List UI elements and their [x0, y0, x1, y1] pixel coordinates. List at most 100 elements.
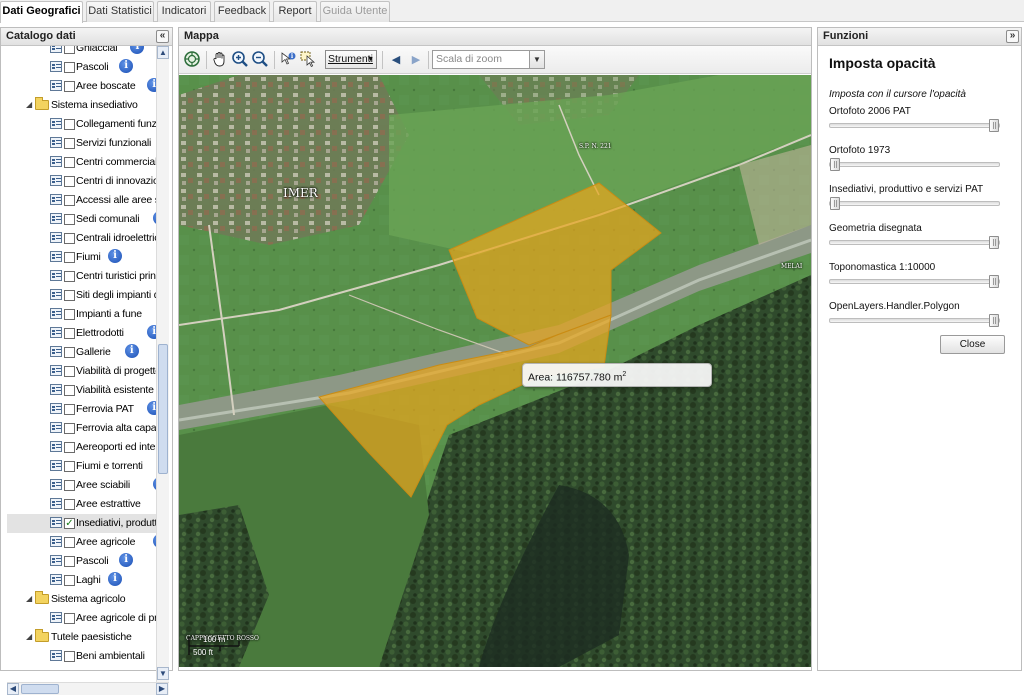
layer-row[interactable]: Fiumi i	[7, 248, 156, 267]
layer-checkbox[interactable]	[64, 651, 75, 662]
layer-row[interactable]: Elettrodotti i	[7, 324, 156, 343]
layer-checkbox[interactable]	[64, 214, 75, 225]
zoom-scale-select[interactable]: Scala di zoom ▼	[432, 50, 545, 69]
layer-checkbox[interactable]	[64, 62, 75, 73]
legend-icon[interactable]	[50, 517, 62, 528]
info-icon[interactable]: i	[119, 553, 134, 567]
legend-icon[interactable]	[50, 536, 62, 547]
opacity-slider[interactable]	[829, 119, 1000, 132]
slider-thumb[interactable]	[989, 119, 999, 132]
double-chevron-right-icon[interactable]: »	[1006, 30, 1019, 43]
layer-row[interactable]: Viabilità di progetto	[7, 362, 156, 381]
layer-row[interactable]: Beni ambientalii	[7, 647, 156, 666]
layer-checkbox[interactable]	[64, 290, 75, 301]
map-canvas[interactable]: IMER S.P. N. 221 MELAI CAPPUCCETTO ROSSO…	[179, 75, 811, 667]
info-icon[interactable]: i	[119, 59, 134, 73]
chevron-down-icon[interactable]: ▼	[529, 51, 544, 68]
slider-thumb[interactable]	[989, 275, 999, 288]
layer-checkbox[interactable]	[64, 575, 75, 586]
layer-checkbox[interactable]	[64, 138, 75, 149]
layer-row[interactable]: ✓ Insediativi, produttiv	[7, 514, 156, 533]
legend-icon[interactable]	[50, 555, 62, 566]
info-icon[interactable]: i	[147, 325, 156, 339]
legend-icon[interactable]	[50, 61, 62, 72]
tab-report[interactable]: Report	[273, 1, 317, 22]
legend-icon[interactable]	[50, 650, 62, 661]
layer-row[interactable]: Centri commerciali	[7, 153, 156, 172]
legend-icon[interactable]	[50, 46, 62, 53]
legend-icon[interactable]	[50, 175, 62, 186]
layer-row[interactable]: Aree sciabilii	[7, 476, 156, 495]
layer-row[interactable]: Viabilità esistente c	[7, 381, 156, 400]
layer-checkbox[interactable]	[64, 423, 75, 434]
legend-icon[interactable]	[50, 289, 62, 300]
close-button[interactable]: Close	[940, 335, 1005, 354]
legend-icon[interactable]	[50, 308, 62, 319]
layer-row[interactable]: Fiumi e torrentii	[7, 457, 156, 476]
layer-row[interactable]: Aree agricolei	[7, 533, 156, 552]
layer-checkbox[interactable]	[64, 176, 75, 187]
legend-icon[interactable]	[50, 194, 62, 205]
legend-icon[interactable]	[50, 498, 62, 509]
slider-thumb[interactable]	[830, 197, 840, 210]
opacity-slider[interactable]	[829, 275, 1000, 288]
scroll-down-icon[interactable]: ▼	[157, 667, 169, 680]
legend-icon[interactable]	[50, 422, 62, 433]
layer-row[interactable]: Pascoli i	[7, 58, 156, 77]
layer-row[interactable]: Aereoporti ed interp	[7, 438, 156, 457]
opacity-slider[interactable]	[829, 197, 1000, 210]
opacity-slider[interactable]	[829, 158, 1000, 171]
layer-checkbox[interactable]	[64, 119, 75, 130]
info-icon[interactable]: i	[108, 572, 122, 586]
legend-icon[interactable]	[50, 574, 62, 585]
select-features-icon[interactable]	[298, 50, 318, 70]
layer-row[interactable]: Ferrovia PAT i	[7, 400, 156, 419]
layer-row[interactable]: Aree boscate i	[7, 77, 156, 96]
layer-checkbox[interactable]	[64, 81, 75, 92]
legend-icon[interactable]	[50, 213, 62, 224]
slider-thumb[interactable]	[830, 158, 840, 171]
opacity-slider[interactable]	[829, 314, 1000, 327]
legend-icon[interactable]	[50, 80, 62, 91]
expand-arrow-icon[interactable]: ◢	[26, 594, 32, 603]
layer-checkbox[interactable]	[64, 347, 75, 358]
layer-row[interactable]: Ferrovia alta capac	[7, 419, 156, 438]
legend-icon[interactable]	[50, 232, 62, 243]
zoom-extent-icon[interactable]	[182, 50, 202, 70]
layer-row[interactable]: Centri turistici princ	[7, 267, 156, 286]
zoom-out-icon[interactable]	[250, 50, 270, 70]
tree-folder[interactable]: ◢ Sistema agricolo	[7, 590, 156, 609]
layer-checkbox[interactable]	[64, 309, 75, 320]
legend-icon[interactable]	[50, 403, 62, 414]
info-icon[interactable]: i	[147, 78, 156, 92]
layer-checkbox[interactable]	[64, 385, 75, 396]
legend-icon[interactable]	[50, 156, 62, 167]
layer-row[interactable]: Centrali idroelettrich	[7, 229, 156, 248]
layer-checkbox[interactable]	[64, 480, 75, 491]
info-icon[interactable]: i	[147, 401, 156, 415]
layer-row[interactable]: Gallerie i	[7, 343, 156, 362]
slider-thumb[interactable]	[989, 314, 999, 327]
legend-icon[interactable]	[50, 346, 62, 357]
scroll-thumb[interactable]	[158, 344, 168, 474]
tab-dati-statistici[interactable]: Dati Statistici	[86, 1, 154, 22]
legend-icon[interactable]	[50, 365, 62, 376]
legend-icon[interactable]	[50, 270, 62, 281]
layer-checkbox[interactable]	[64, 271, 75, 282]
layer-checkbox[interactable]	[64, 233, 75, 244]
layer-row[interactable]: Impianti a funei	[7, 305, 156, 324]
legend-icon[interactable]	[50, 251, 62, 262]
legend-icon[interactable]	[50, 441, 62, 452]
info-icon[interactable]: i	[130, 46, 145, 54]
layer-row[interactable]: Aree agricole di pre	[7, 609, 156, 628]
info-icon[interactable]: i	[108, 249, 122, 263]
layer-row[interactable]: Accessi alle aree s	[7, 191, 156, 210]
layer-row[interactable]: Aree estrattivei	[7, 495, 156, 514]
forward-arrow-icon[interactable]: ▶	[406, 50, 426, 70]
layer-checkbox[interactable]	[64, 252, 75, 263]
legend-icon[interactable]	[50, 137, 62, 148]
layer-row[interactable]: Pascoli i	[7, 552, 156, 571]
slider-thumb[interactable]	[989, 236, 999, 249]
layer-checkbox[interactable]	[64, 499, 75, 510]
layer-checkbox[interactable]	[64, 195, 75, 206]
